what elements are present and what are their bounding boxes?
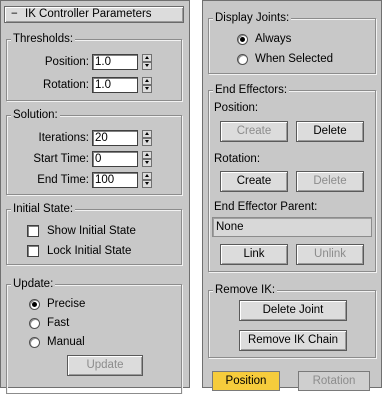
collapse-icon[interactable]: − <box>11 7 25 22</box>
delete-joint-button[interactable]: Delete Joint <box>239 300 347 321</box>
start-time-input[interactable]: 0 <box>92 151 138 167</box>
remove-ik-group: Remove IK: Delete Joint Remove IK Chain <box>208 283 376 358</box>
always-label[interactable]: Always <box>255 31 291 47</box>
display-joints-title: Display Joints: <box>213 11 292 25</box>
iterations-label: Iterations: <box>38 132 90 144</box>
remove-ik-chain-button[interactable]: Remove IK Chain <box>239 330 347 351</box>
end-time-spinner[interactable]: 100 <box>92 172 152 188</box>
position-threshold-spinner[interactable]: 1.0 <box>92 54 152 70</box>
rollout-title: IK Controller Parameters <box>25 8 152 20</box>
thresholds-title: Thresholds: <box>11 32 76 46</box>
iterations-spinner[interactable]: 20 <box>92 130 152 146</box>
update-title: Update: <box>11 277 56 291</box>
tab-position[interactable]: Position <box>212 371 280 391</box>
fast-label[interactable]: Fast <box>47 315 69 331</box>
precise-label[interactable]: Precise <box>47 296 85 312</box>
rotation-threshold-label: Rotation: <box>42 79 89 91</box>
manual-label[interactable]: Manual <box>47 334 85 350</box>
end-effectors-group: End Effectors: Position: Create Delete R… <box>208 83 376 272</box>
fast-radio[interactable] <box>29 318 40 329</box>
update-button[interactable]: Update <box>67 355 143 376</box>
show-initial-state-label[interactable]: Show Initial State <box>47 223 136 239</box>
unlink-button[interactable]: Unlink <box>296 244 364 265</box>
rotation-threshold-spinner[interactable]: 1.0 <box>92 77 152 93</box>
update-group: Update: Precise Fast Manual Update <box>6 277 182 394</box>
position-threshold-label: Position: <box>44 56 89 68</box>
start-time-spinner[interactable]: 0 <box>92 151 152 167</box>
spinner-arrows-icon[interactable] <box>142 172 152 188</box>
rollout-header[interactable]: − IK Controller Parameters <box>4 6 184 23</box>
remove-ik-title: Remove IK: <box>213 283 278 297</box>
position-delete-button[interactable]: Delete <box>296 121 364 142</box>
display-joints-group: Display Joints: Always When Selected <box>208 11 376 74</box>
when-selected-label[interactable]: When Selected <box>255 51 333 67</box>
lock-initial-state-label[interactable]: Lock Initial State <box>47 243 131 259</box>
ee-parent-field[interactable]: None <box>212 217 372 237</box>
iterations-input[interactable]: 20 <box>92 130 138 146</box>
end-time-label: End Time: <box>37 174 89 186</box>
when-selected-radio[interactable] <box>237 54 248 65</box>
ee-rotation-label: Rotation: <box>214 153 261 165</box>
position-threshold-input[interactable]: 1.0 <box>92 54 138 70</box>
ik-display-panel: Display Joints: Always When Selected End… <box>202 0 382 391</box>
rotation-threshold-input[interactable]: 1.0 <box>92 77 138 93</box>
solution-group: Solution: Iterations: 20 Start Time: 0 E… <box>6 108 182 195</box>
ee-position-label: Position: <box>214 102 259 114</box>
end-effectors-title: End Effectors: <box>213 83 290 97</box>
start-time-label: Start Time: <box>33 153 89 165</box>
initial-state-group: Initial State: Show Initial State Lock I… <box>6 202 182 265</box>
ee-parent-label: End Effector Parent: <box>214 201 318 213</box>
spinner-arrows-icon[interactable] <box>142 130 152 146</box>
always-radio[interactable] <box>237 34 248 45</box>
rotation-create-button[interactable]: Create <box>220 171 288 192</box>
show-initial-state-checkbox[interactable] <box>27 225 39 237</box>
position-create-button[interactable]: Create <box>220 121 288 142</box>
spinner-arrows-icon[interactable] <box>142 77 152 93</box>
ik-controller-panel: − IK Controller Parameters Thresholds: Po… <box>0 0 190 394</box>
spinner-arrows-icon[interactable] <box>142 54 152 70</box>
initial-state-title: Initial State: <box>11 202 76 216</box>
manual-radio[interactable] <box>29 337 40 348</box>
thresholds-group: Thresholds: Position: 1.0 Rotation: 1.0 <box>6 32 182 101</box>
precise-radio[interactable] <box>29 299 40 310</box>
rotation-delete-button[interactable]: Delete <box>296 171 364 192</box>
tab-rotation[interactable]: Rotation <box>298 371 370 391</box>
spinner-arrows-icon[interactable] <box>142 151 152 167</box>
end-time-input[interactable]: 100 <box>92 172 138 188</box>
solution-title: Solution: <box>11 108 60 122</box>
link-button[interactable]: Link <box>220 244 288 265</box>
lock-initial-state-checkbox[interactable] <box>27 245 39 257</box>
